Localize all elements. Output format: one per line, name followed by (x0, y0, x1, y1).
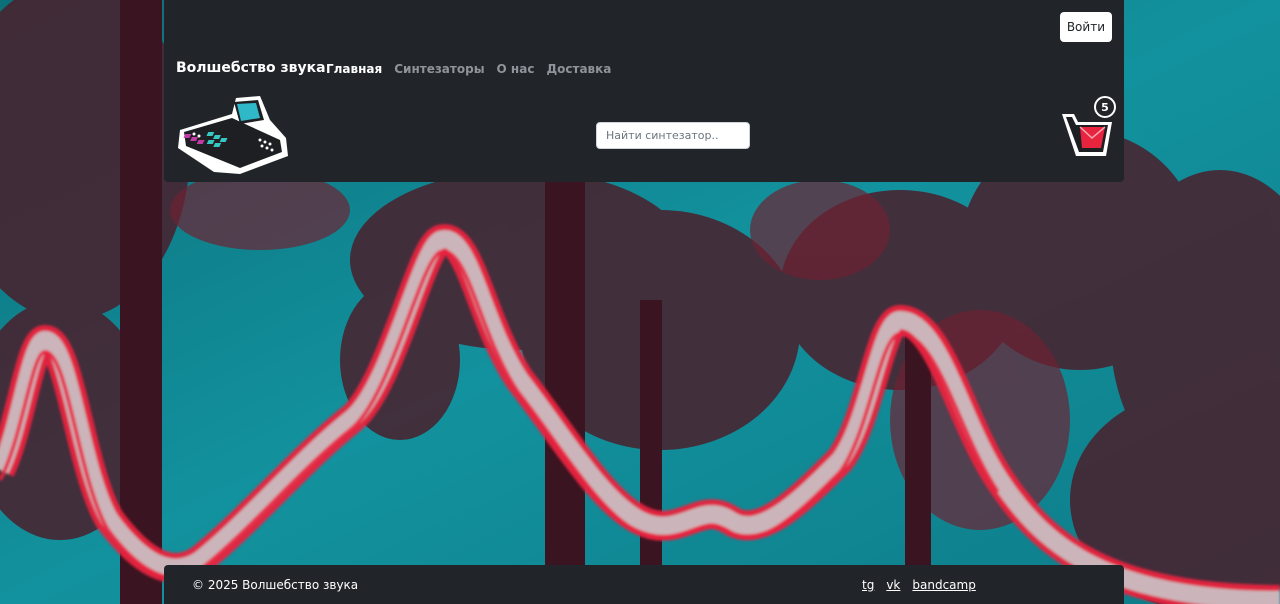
search-input[interactable] (596, 122, 750, 149)
site-header: Войти Волшебство звука Главная Синтезато… (164, 0, 1124, 182)
synthesizer-icon[interactable] (174, 94, 290, 178)
bandcamp-link[interactable]: bandcamp (912, 578, 975, 592)
brand-name[interactable]: Волшебство звука (176, 60, 326, 76)
social-links: tg vk bandcamp (862, 578, 976, 592)
main-nav: Главная Синтезаторы О нас Доставка (326, 62, 611, 76)
login-button[interactable]: Войти (1059, 12, 1112, 42)
copyright-text: © 2025 Волшебство звука (192, 578, 359, 592)
nav-link-home[interactable]: Главная (326, 62, 382, 76)
nav-link-delivery[interactable]: Доставка (546, 62, 611, 76)
vk-link[interactable]: vk (886, 578, 900, 592)
nav-link-synthesizers[interactable]: Синтезаторы (394, 62, 484, 76)
cart-button[interactable]: 5 (1058, 94, 1116, 162)
telegram-link[interactable]: tg (862, 578, 874, 592)
cart-count-badge: 5 (1094, 96, 1116, 118)
nav-link-about[interactable]: О нас (497, 62, 535, 76)
site-footer: © 2025 Волшебство звука tg vk bandcamp (164, 565, 1124, 604)
